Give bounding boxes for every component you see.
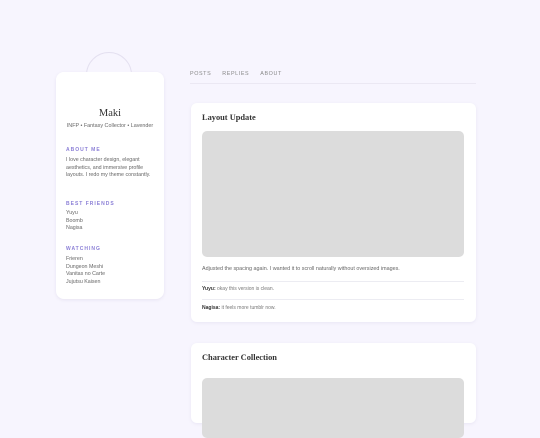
post-image[interactable]: [202, 131, 464, 257]
comment-text: okay this version is clean.: [217, 286, 274, 292]
about-me-heading: ABOUT ME: [66, 147, 101, 153]
post-title[interactable]: Layout Update: [202, 113, 256, 122]
comment-author[interactable]: Nagisa:: [202, 305, 220, 311]
tab-about[interactable]: ABOUT: [260, 71, 282, 77]
watching-item: Dungeon Meshi: [66, 263, 104, 270]
watching-heading: WATCHING: [66, 246, 101, 252]
friend-item[interactable]: Boomb: [66, 218, 83, 226]
watching-item: Vanitas no Carte: [66, 271, 106, 278]
comment: Yuyu: okay this version is clean.: [202, 286, 274, 292]
profile-name: Maki: [98, 108, 122, 119]
watching-item: Frieren: [66, 256, 83, 262]
comment-divider: [202, 299, 464, 300]
watching-item: Jujutsu Kaisen: [66, 278, 101, 285]
profile-tabs: POSTS REPLIES ABOUT: [190, 71, 282, 77]
post-card: Layout Update Adjusted the spacing again…: [191, 103, 476, 322]
comment-divider: [202, 281, 464, 282]
comment: Nagisa: it feels more tumblr now.: [202, 305, 276, 311]
best-friends-list: Yuyu Boomb Nagisa: [66, 210, 83, 233]
tab-posts[interactable]: POSTS: [190, 71, 211, 77]
friend-item[interactable]: Nagisa: [66, 225, 83, 233]
post-card: Character Collection: [191, 343, 476, 438]
post-image[interactable]: [202, 378, 464, 438]
watching-list: Frieren Dungeon Meshi Vanitas no Carte J…: [66, 256, 105, 286]
comment-author[interactable]: Yuyu:: [202, 286, 216, 292]
profile-card-top: [56, 72, 164, 102]
comment-text: it feels more tumblr now.: [221, 305, 276, 311]
post-title[interactable]: Character Collection: [202, 353, 277, 362]
post-caption: Adjusted the spacing again. I wanted it …: [202, 266, 400, 272]
friend-item[interactable]: Yuyu: [66, 210, 83, 218]
profile-tagline: INFP • Fantasy Collector • Lavender: [66, 123, 154, 129]
tab-replies[interactable]: REPLIES: [222, 71, 249, 77]
tabs-divider: [190, 83, 476, 84]
best-friends-heading: BEST FRIENDS: [66, 201, 115, 207]
about-me-text: I love character design, elegant aesthet…: [66, 157, 151, 179]
